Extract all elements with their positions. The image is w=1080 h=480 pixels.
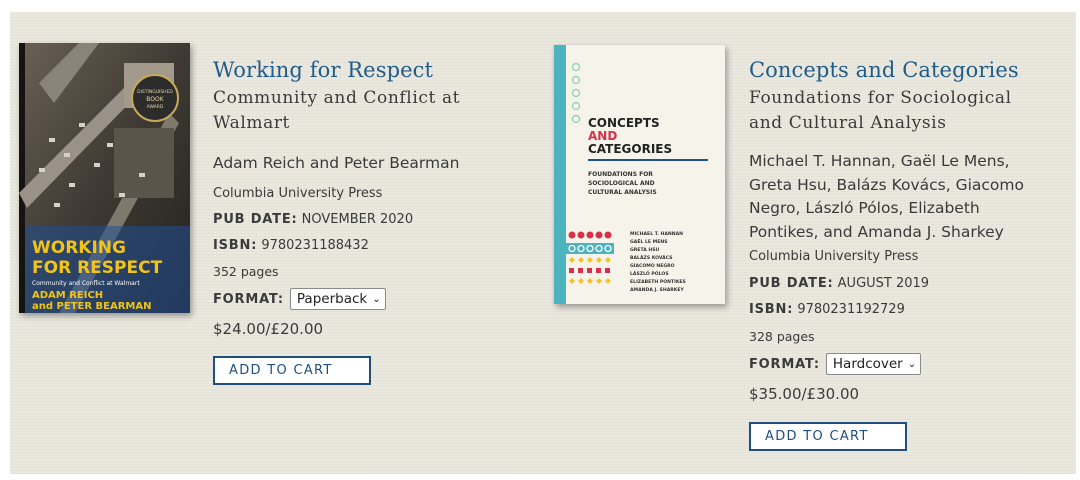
page-count: 328 pages — [749, 329, 815, 344]
book-title-link[interactable]: Working for Respect — [213, 58, 433, 82]
book-authors: Adam Reich and Peter Bearman — [213, 154, 460, 172]
isbn: ISBN: 9780231192729 — [749, 302, 905, 317]
cover-author-3: GRETA HSU — [630, 247, 660, 253]
book-card-concepts-and-categories: CONCEPTS AND CATEGORIES FOUNDATIONS FOR … — [546, 12, 1076, 472]
isbn-label: ISBN: — [749, 302, 794, 317]
cover-author-6: LÁSZLÓ PÓLOS — [630, 270, 669, 277]
format-row: FORMAT: Paperback ⌄ — [213, 288, 386, 310]
cover-title-line-1: CONCEPTS — [588, 116, 660, 130]
cover-sub-line-3: CULTURAL ANALYSIS — [588, 189, 657, 196]
cover-image: DISTINGUISHED BOOK AWARD WORKING FOR RES… — [19, 43, 190, 313]
badge-line-3: AWARD — [147, 104, 164, 110]
cover-sub-line-2: SOCIOLOGICAL AND — [588, 180, 655, 187]
cover-title-line-1: WORKING — [32, 238, 126, 258]
book-publisher: Columbia University Press — [213, 186, 383, 201]
book-cover-working-for-respect[interactable]: DISTINGUISHED BOOK AWARD WORKING FOR RES… — [19, 43, 190, 313]
pub-date-value: NOVEMBER 2020 — [301, 212, 414, 227]
book-price: $35.00/£30.00 — [749, 385, 860, 403]
badge-line-1: DISTINGUISHED — [137, 89, 173, 95]
page-count: 352 pages — [213, 264, 279, 279]
book-card-working-for-respect: DISTINGUISHED BOOK AWARD WORKING FOR RES… — [10, 12, 530, 472]
book-subtitle: Community and Conflict at Walmart — [213, 88, 461, 133]
cover-title-line-3: CATEGORIES — [588, 142, 672, 156]
pub-date-label: PUB DATE: — [213, 212, 298, 227]
format-row: FORMAT: Hardcover ⌄ — [749, 353, 922, 375]
format-selected-value: Hardcover — [832, 356, 903, 372]
cover-author-line-1: ADAM REICH — [32, 290, 103, 301]
cover-author-8: AMANDA J. SHARKEY — [630, 287, 684, 293]
pub-date: PUB DATE: AUGUST 2019 — [749, 276, 929, 291]
pub-date: PUB DATE: NOVEMBER 2020 — [213, 212, 413, 227]
book-price: $24.00/£20.00 — [213, 320, 324, 338]
format-select[interactable]: Hardcover ⌄ — [825, 353, 922, 375]
cover-subtitle: Community and Conflict at Walmart — [32, 280, 140, 287]
cover-author-2: GAËL LE MENS — [630, 238, 668, 245]
book-cover-concepts-and-categories[interactable]: CONCEPTS AND CATEGORIES FOUNDATIONS FOR … — [554, 45, 725, 304]
chevron-down-icon: ⌄ — [372, 293, 381, 305]
chevron-down-icon: ⌄ — [907, 358, 917, 370]
book-authors: Michael T. Hannan, Gaël Le Mens, Greta H… — [749, 152, 1024, 241]
isbn-label: ISBN: — [213, 238, 258, 253]
book-listing-panel: DISTINGUISHED BOOK AWARD WORKING FOR RES… — [10, 12, 1076, 474]
badge-line-2: BOOK — [146, 96, 164, 103]
book-subtitle: Foundations for Sociological and Cultura… — [749, 88, 1012, 133]
format-select[interactable]: Paperback ⌄ — [289, 288, 386, 310]
cover-title-line-2: AND — [588, 129, 617, 143]
cover-author-7: ELIZABETH PONTIKES — [630, 279, 686, 285]
pub-date-label: PUB DATE: — [749, 276, 834, 291]
cover-author-4: BALÁZS KOVÁCS — [630, 254, 672, 261]
book-publisher: Columbia University Press — [749, 249, 919, 264]
cover-title-line-2: FOR RESPECT — [32, 258, 163, 278]
book-title-link[interactable]: Concepts and Categories — [749, 58, 1019, 82]
add-to-cart-button[interactable]: ADD TO CART — [749, 422, 907, 451]
format-label: FORMAT: — [749, 356, 820, 372]
isbn: ISBN: 9780231188432 — [213, 238, 369, 253]
cover-image: CONCEPTS AND CATEGORIES FOUNDATIONS FOR … — [554, 45, 725, 304]
format-selected-value: Paperback — [296, 291, 368, 307]
cover-sub-line-1: FOUNDATIONS FOR — [588, 171, 653, 178]
pub-date-value: AUGUST 2019 — [837, 276, 930, 291]
isbn-value: 9780231188432 — [261, 238, 369, 253]
add-to-cart-button[interactable]: ADD TO CART — [213, 356, 371, 385]
format-label: FORMAT: — [213, 291, 284, 307]
isbn-value: 9780231192729 — [797, 302, 905, 317]
cover-author-5: GIACOMO NEGRO — [630, 263, 675, 269]
cover-author-line-2: and PETER BEARMAN — [32, 301, 151, 312]
cover-author-1: MICHAEL T. HANNAN — [630, 231, 683, 237]
